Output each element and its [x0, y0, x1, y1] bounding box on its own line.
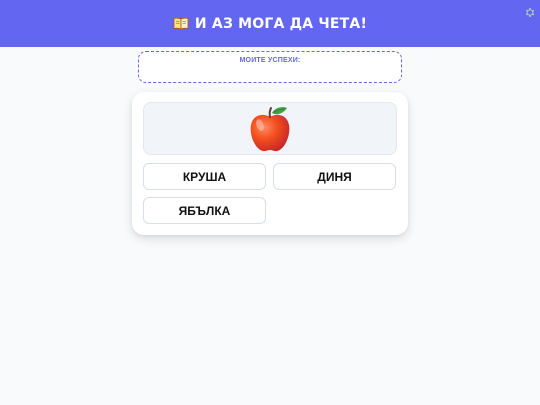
apple-icon [250, 106, 290, 151]
quiz-picture [143, 102, 397, 155]
quiz-card: КРУША ДИНЯ ЯБЪЛКА [132, 92, 408, 235]
gear-icon[interactable] [522, 5, 536, 19]
answer-button-3[interactable]: ЯБЪЛКА [143, 197, 266, 224]
successes-label: МОИТЕ УСПЕХИ: [239, 57, 301, 64]
successes-panel: МОИТЕ УСПЕХИ: [138, 51, 402, 83]
app-header: И АЗ МОГА ДА ЧЕТА! [0, 0, 540, 47]
app-title-text: И АЗ МОГА ДА ЧЕТА! [194, 15, 368, 32]
answer-button-2[interactable]: ДИНЯ [273, 163, 396, 190]
book-icon [173, 17, 189, 31]
answer-button-1[interactable]: КРУША [143, 163, 266, 190]
app-title: И АЗ МОГА ДА ЧЕТА! [173, 16, 367, 32]
